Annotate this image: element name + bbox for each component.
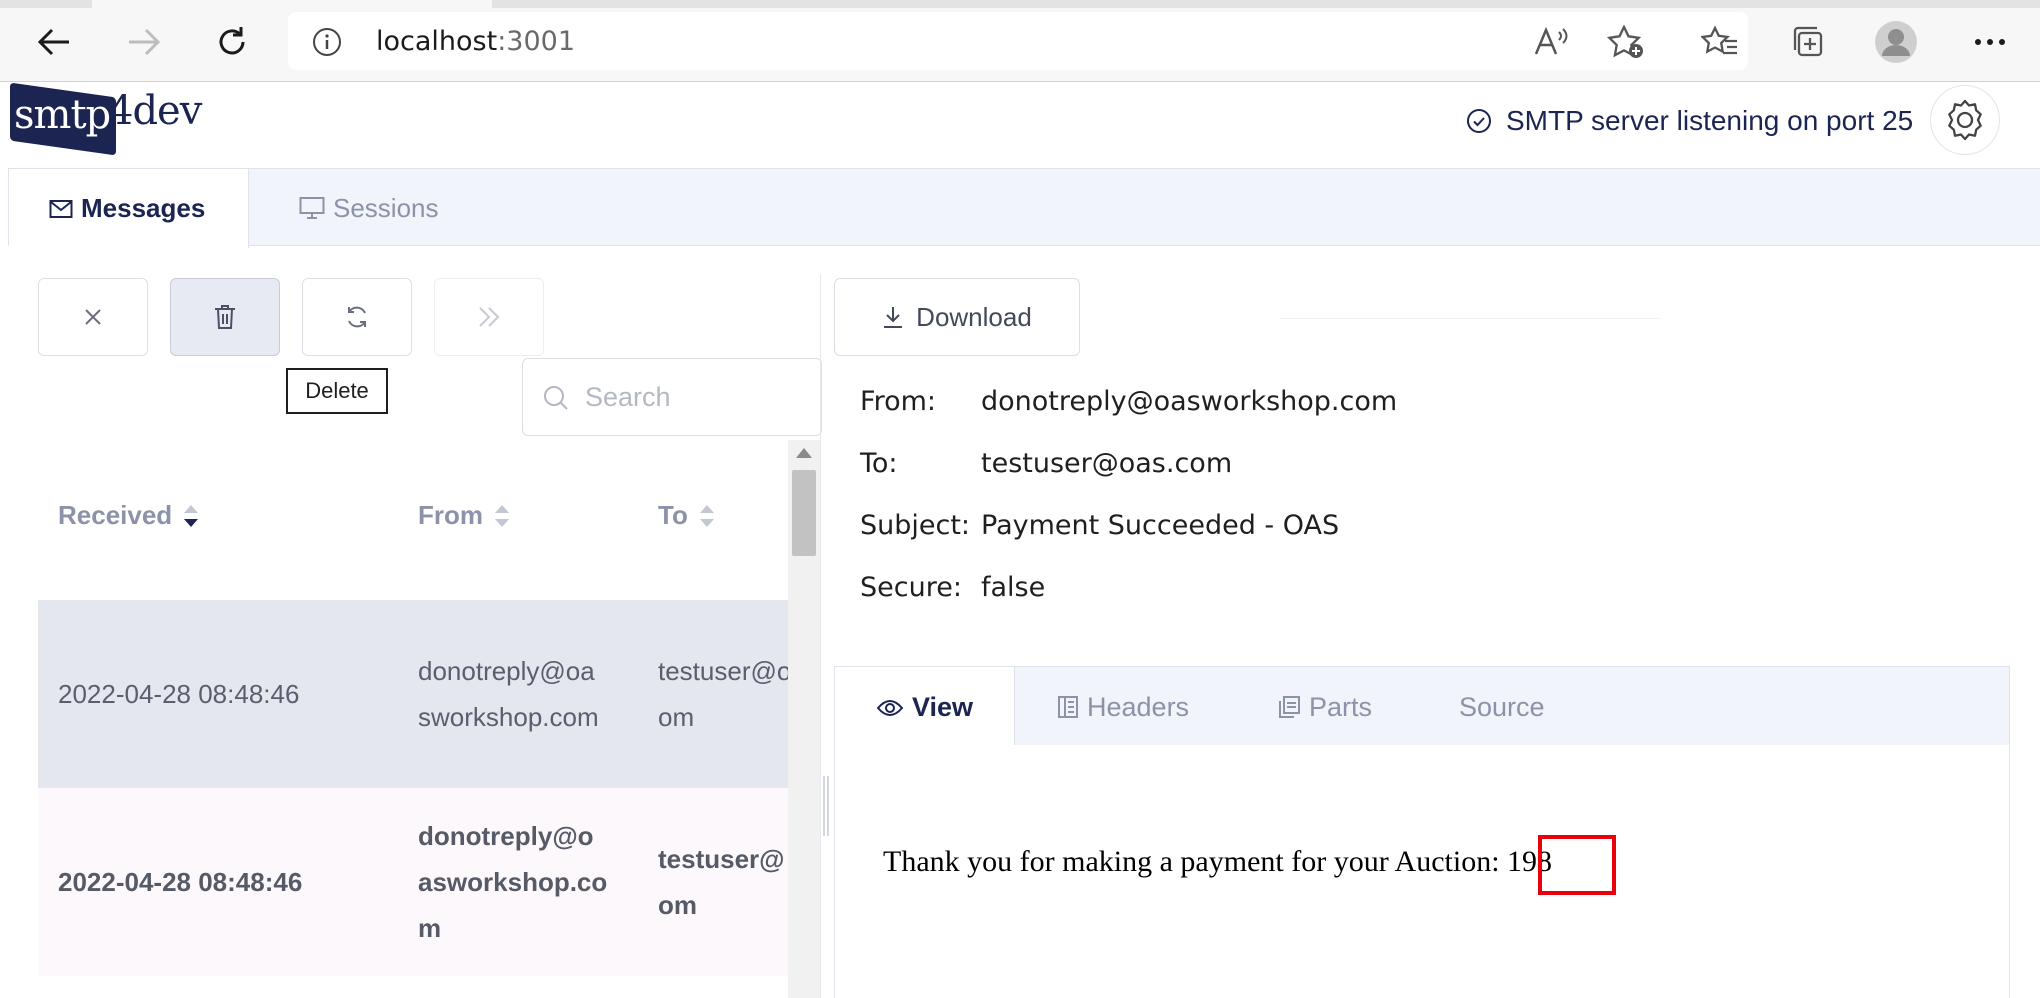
trash-icon: [213, 303, 237, 331]
sort-icon: [493, 503, 511, 529]
secure-label: Secure:: [860, 572, 962, 603]
table-row[interactable]: 2022-04-28 08:48:46 donotreply@oa sworks…: [38, 600, 792, 788]
tab-sessions-label: Sessions: [333, 192, 439, 223]
column-header-from[interactable]: From: [418, 500, 511, 531]
eye-icon: [876, 698, 904, 718]
url-text[interactable]: localhost:3001: [376, 26, 575, 57]
column-header-received[interactable]: Received: [58, 500, 200, 531]
relay-button: [434, 278, 544, 356]
to-cell: testuser@o om: [658, 656, 792, 732]
pane-divider: [820, 274, 821, 998]
tab-parts-label: Parts: [1309, 691, 1373, 722]
download-label: Download: [916, 301, 1032, 332]
subject-value: Payment Succeeded - OAS: [981, 510, 1340, 541]
tab-sessions[interactable]: Sessions: [279, 169, 479, 247]
more-options-icon[interactable]: [1968, 20, 2012, 64]
delete-tooltip: Delete: [286, 368, 388, 414]
message-list-scrollbar[interactable]: [788, 440, 820, 998]
message-body: Thank you for making a payment for your …: [834, 745, 2010, 998]
tab-messages[interactable]: Messages: [9, 169, 249, 248]
highlight-annotation-box: [1538, 835, 1616, 895]
refresh-icon[interactable]: [210, 20, 254, 64]
monitor-icon: [299, 196, 325, 220]
mail-icon: [49, 199, 73, 219]
search-icon: [543, 385, 569, 411]
address-bar[interactable]: localhost:3001: [288, 12, 1748, 70]
divider: [1280, 318, 1660, 319]
to-label: To:: [860, 448, 898, 479]
received-cell: 2022-04-28 08:48:46: [58, 867, 303, 897]
browser-toolbar: localhost:3001: [0, 0, 2040, 82]
table-header: Received From To: [38, 470, 788, 566]
smtp4dev-logo: smtp 4dev: [10, 82, 210, 156]
tab-view-label: View: [911, 692, 974, 722]
tab-parts[interactable]: Parts: [1277, 667, 1372, 747]
tab-source[interactable]: Source: [1459, 667, 1545, 747]
from-cell: donotreply@o asworkshop.co m: [418, 821, 608, 943]
column-header-to[interactable]: To: [658, 500, 716, 531]
delete-button[interactable]: [170, 278, 280, 356]
pane-resize-handle[interactable]: [823, 776, 829, 836]
settings-button[interactable]: [1930, 85, 2000, 155]
search-input[interactable]: [585, 377, 805, 417]
collections-icon[interactable]: [1786, 20, 1830, 64]
search-box[interactable]: [522, 358, 822, 436]
tab-view[interactable]: View: [835, 667, 1015, 748]
from-value: donotreply@oasworkshop.com: [981, 386, 1398, 417]
profile-avatar[interactable]: [1874, 20, 1918, 64]
read-aloud-icon[interactable]: [1530, 20, 1574, 64]
forward-icon: [122, 20, 166, 64]
tab-messages-label: Messages: [81, 193, 206, 223]
received-cell: 2022-04-28 08:48:46: [58, 679, 300, 709]
subject-label: Subject:: [860, 510, 971, 541]
download-button[interactable]: Download: [834, 278, 1080, 356]
tab-headers[interactable]: Headers: [1057, 667, 1189, 747]
refresh-button[interactable]: [302, 278, 412, 356]
message-view-tabs: View Headers Parts Source: [834, 666, 2010, 748]
to-value: testuser@oas.com: [981, 448, 1233, 479]
add-favorite-icon[interactable]: [1604, 20, 1648, 64]
from-cell: donotreply@oa sworkshop.com: [418, 656, 599, 732]
back-icon[interactable]: [32, 20, 76, 64]
message-body-text: Thank you for making a payment for your …: [883, 845, 1553, 878]
sort-descending-icon: [182, 503, 200, 529]
document-icon: [1057, 695, 1079, 719]
double-chevron-right-icon: [477, 306, 501, 328]
clear-button[interactable]: [38, 278, 148, 356]
secure-value: false: [981, 572, 1046, 603]
main-tabs: Messages Sessions: [8, 168, 2040, 248]
table-row[interactable]: 2022-04-28 08:48:46 donotreply@o asworks…: [38, 788, 788, 976]
tab-source-label: Source: [1459, 691, 1545, 722]
server-status: SMTP server listening on port 25: [1466, 104, 1913, 138]
copy-icon: [1277, 695, 1301, 719]
sync-icon: [344, 304, 370, 330]
from-label: From:: [860, 386, 936, 417]
download-icon: [882, 305, 904, 329]
server-status-text: SMTP server listening on port 25: [1506, 105, 1914, 136]
scroll-up-arrow[interactable]: [796, 448, 812, 458]
close-icon: [83, 307, 103, 327]
scroll-thumb[interactable]: [792, 470, 816, 556]
to-cell: testuser@ om: [658, 844, 785, 920]
sort-icon: [698, 503, 716, 529]
active-browser-tab[interactable]: [92, 0, 492, 8]
favorites-icon[interactable]: [1698, 20, 1742, 64]
gear-icon: [1943, 98, 1987, 142]
tab-headers-label: Headers: [1087, 691, 1190, 722]
check-circle-icon: [1466, 108, 1492, 134]
site-info-icon[interactable]: [312, 27, 342, 57]
